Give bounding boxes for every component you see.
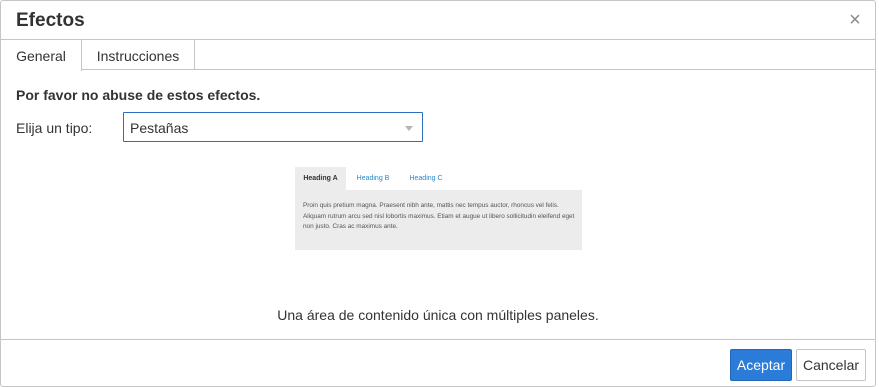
effect-preview: Heading A Heading B Heading C Proin quis… xyxy=(295,167,582,250)
effects-dialog: Efectos × General Instrucciones Por favo… xyxy=(0,0,876,387)
tab-instrucciones[interactable]: Instrucciones xyxy=(82,40,195,70)
close-icon[interactable]: × xyxy=(847,10,863,30)
type-select[interactable]: Pestañas xyxy=(123,112,423,142)
type-label: Elija un tipo: xyxy=(16,120,93,136)
preview-panel: Proin quis pretium magna. Praesent nibh … xyxy=(295,190,582,250)
preview-tabs: Heading A Heading B Heading C xyxy=(295,167,582,190)
tab-general[interactable]: General xyxy=(1,40,82,71)
preview-tab-c: Heading C xyxy=(409,175,443,182)
accept-button[interactable]: Aceptar xyxy=(730,349,792,381)
preview-panel-text: Proin quis pretium magna. Praesent nibh … xyxy=(303,202,575,230)
dialog-footer: Aceptar Cancelar xyxy=(1,339,875,387)
cancel-button[interactable]: Cancelar xyxy=(796,349,866,381)
type-select-value: Pestañas xyxy=(130,120,189,136)
dialog-header: Efectos × xyxy=(1,1,875,40)
chevron-down-icon xyxy=(405,126,413,131)
preview-tab-b: Heading B xyxy=(356,175,390,182)
warning-text: Por favor no abuse de estos efectos. xyxy=(16,87,261,103)
effect-description: Una área de contenido única con múltiple… xyxy=(277,307,599,323)
dialog-title: Efectos xyxy=(16,10,85,31)
preview-tab-a: Heading A xyxy=(295,167,346,190)
tab-bar: General Instrucciones xyxy=(1,40,875,71)
